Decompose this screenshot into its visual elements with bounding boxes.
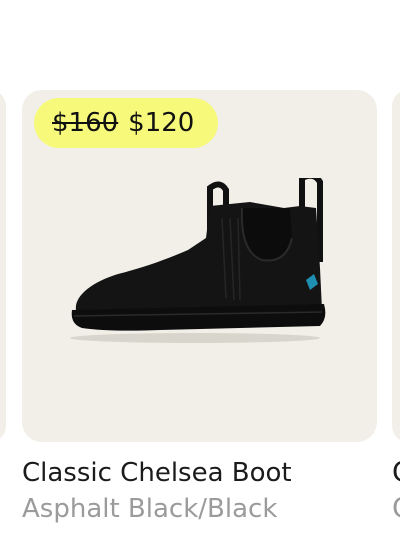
product-color-name: Asphalt Black/Black [22,494,278,524]
sale-price: $120 [128,108,195,138]
product-title[interactable]: Classic Chelsea Boot [22,458,292,488]
next-product-color-name: C [392,494,400,522]
price-badge: $160 $120 [34,98,219,148]
next-product-card[interactable] [392,90,400,442]
chelsea-boot-image[interactable] [70,178,332,346]
product-card[interactable]: $160 $120 [22,90,377,442]
product-carousel: $160 $120 Classic Chelsea Boot Asphalt B… [0,0,400,554]
next-product-title[interactable]: C [392,458,400,486]
previous-product-card[interactable] [0,90,6,442]
original-price: $160 [52,108,119,138]
